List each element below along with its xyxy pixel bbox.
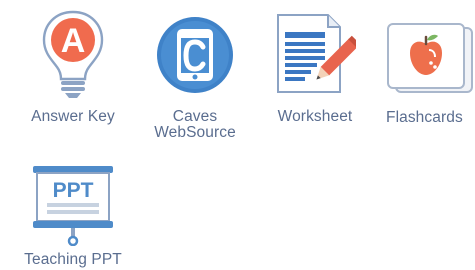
answer-key-tile[interactable]: A Answer Key [18,8,128,133]
document-pencil-icon [277,14,356,93]
worksheet-tile[interactable]: Worksheet [262,8,368,133]
caves-websource-label-line2: WebSource [154,124,236,141]
mobile-device-icon [157,17,233,93]
teaching-ppt-tile[interactable]: PPT Teaching PPT [18,158,128,270]
teaching-ppt-label: Teaching PPT [24,251,122,268]
lightbulb-letter-a-icon: A [42,10,104,98]
apple-card-icon [387,23,473,93]
presentation-screen-icon: PPT [33,166,113,246]
answer-key-badge-letter: A [61,22,86,60]
caves-websource-tile[interactable]: Caves WebSource [140,8,250,143]
answer-key-label: Answer Key [31,108,115,125]
worksheet-label: Worksheet [277,108,353,125]
teaching-ppt-badge-text: PPT [53,179,94,202]
caves-websource-label-line1: Caves [172,108,218,125]
flashcards-tile[interactable]: Flashcards [380,8,475,133]
flashcards-label: Flashcards [386,109,463,126]
